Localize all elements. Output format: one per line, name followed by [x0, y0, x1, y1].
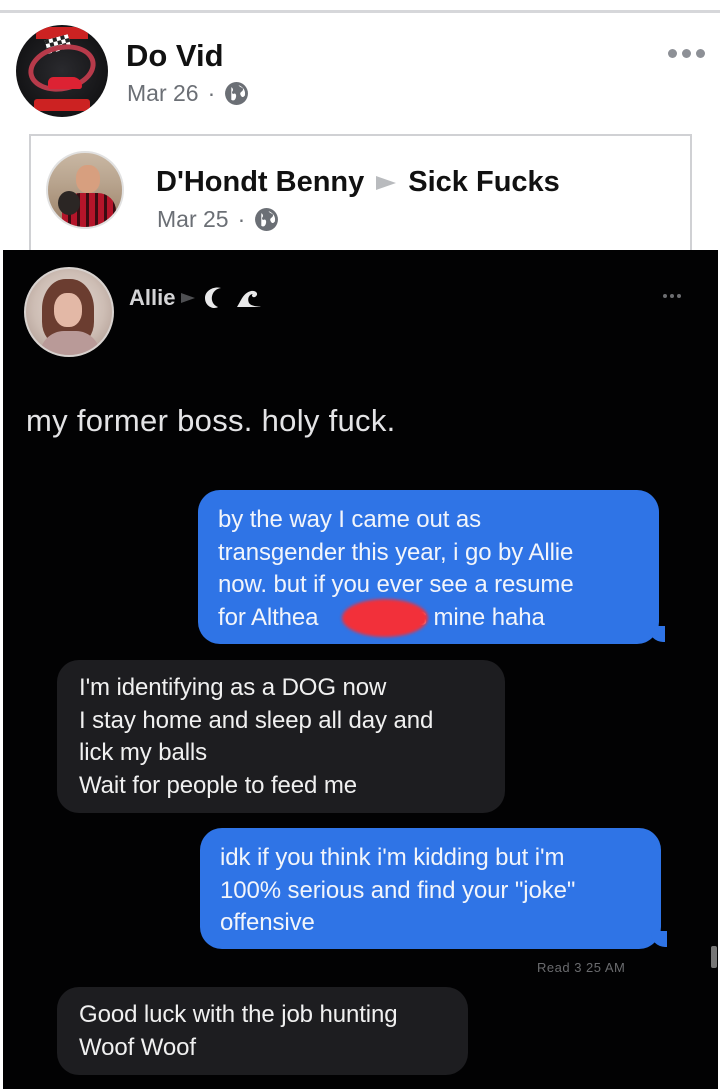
shared-post-date[interactable]: Mar 25 [157, 206, 229, 233]
message-line: idk if you think i'm kidding but i'm [220, 844, 565, 871]
top-divider [0, 10, 720, 13]
message-line: offensive [220, 909, 315, 936]
message-line: I stay home and sleep all day and [79, 706, 434, 734]
globe-icon [255, 208, 279, 231]
message-line: Good luck with the job hunting [79, 1001, 398, 1028]
outgoing-message-bubble: by the way I came out as transgender thi… [198, 490, 665, 644]
poster-avatar[interactable] [16, 25, 108, 117]
post-date[interactable]: Mar 26 [127, 80, 199, 107]
message-caption: my former boss. holy fuck. [26, 403, 396, 438]
scrollbar-thumb [711, 946, 717, 968]
message-line: Wait for people to feed me [79, 771, 357, 799]
read-receipt: Read 3 25 AM [537, 960, 626, 975]
avatar-dog [58, 191, 80, 215]
incoming-message-bubble: I'm identifying as a DOG now I stay home… [57, 660, 505, 813]
shared-author-name[interactable]: D'Hondt Benny [156, 166, 364, 199]
more-options-icon[interactable] [668, 49, 705, 58]
race-car-icon [48, 77, 82, 89]
shared-post-title: D'Hondt Benny Sick Fucks [156, 166, 560, 199]
outgoing-message-bubble: idk if you think i'm kidding but i'm 100… [200, 828, 667, 949]
message-line: transgender this year, i go by Allie [218, 538, 574, 566]
shared-post-meta: Mar 25 · [157, 206, 279, 233]
right-arrow-icon [376, 175, 397, 190]
arrow-icon [181, 293, 196, 303]
sender-header: Allie [129, 285, 263, 311]
message-line: for Althea that's mine haha [218, 603, 545, 631]
sender-avatar [24, 267, 114, 357]
poster-name[interactable]: Do Vid [126, 38, 224, 74]
avatar-face [76, 165, 100, 193]
meta-separator: · [207, 80, 216, 106]
message-line: 100% serious and find your "joke" [220, 876, 576, 904]
message-line: Woof Woof [79, 1033, 196, 1061]
message-line: by the way I came out as [218, 506, 482, 533]
wave-icon [237, 290, 262, 307]
post-image[interactable]: Allie my former boss. holy fuck. by the … [3, 250, 718, 1089]
shared-author-avatar[interactable] [46, 151, 124, 229]
globe-icon [225, 82, 249, 105]
more-options-icon [663, 294, 681, 298]
bubble-tail [649, 626, 665, 642]
message-line: lick my balls [79, 739, 208, 766]
bubble-tail [651, 931, 667, 947]
avatar-banner [34, 99, 90, 111]
meta-separator: · [237, 206, 246, 232]
message-line: I'm identifying as a DOG now [79, 674, 387, 701]
redaction-scribble [342, 599, 428, 637]
moon-icon [205, 287, 222, 308]
shared-target-group[interactable]: Sick Fucks [408, 166, 560, 199]
post-meta: Mar 26 · [127, 80, 249, 107]
incoming-message-bubble: Good luck with the job hunting Woof Woof [57, 987, 468, 1075]
message-line: now. but if you ever see a resume [218, 571, 574, 598]
sender-name: Allie [129, 285, 176, 310]
